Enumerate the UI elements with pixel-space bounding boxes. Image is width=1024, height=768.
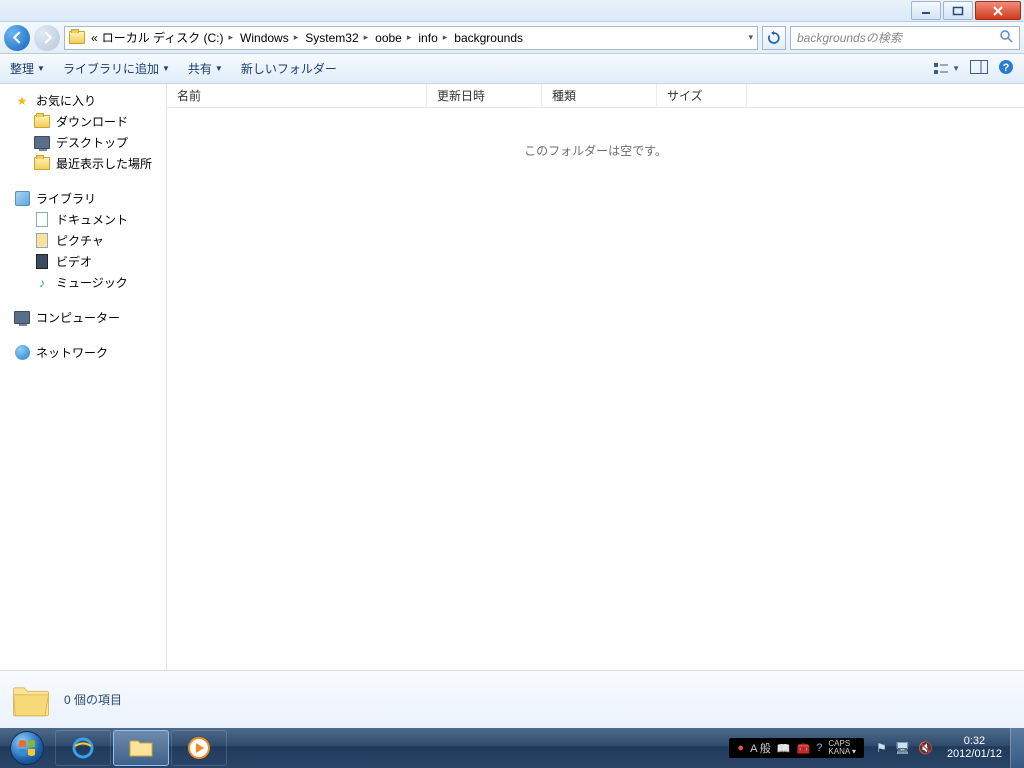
address-bar[interactable]: « ローカル ディスク (C:)▸ Windows▸ System32▸ oob… xyxy=(64,26,758,50)
library-icon xyxy=(14,191,30,207)
tray-network-icon[interactable]: 🖥 xyxy=(895,741,910,755)
videos-icon xyxy=(34,254,50,270)
folder-icon xyxy=(69,30,85,46)
close-button[interactable] xyxy=(975,1,1021,20)
details-pane: 0 個の項目 xyxy=(0,670,1024,728)
file-list-pane: 名前 更新日時 種類 サイズ このフォルダーは空です。 xyxy=(167,84,1024,670)
nav-recent[interactable]: 最近表示した場所 xyxy=(0,153,166,174)
organize-button[interactable]: 整理▼ xyxy=(10,60,45,77)
ime-tool-icon: 🧰 xyxy=(797,742,811,755)
desktop-icon xyxy=(34,135,50,151)
column-type[interactable]: 種類 xyxy=(542,84,657,107)
navigation-pane: ★お気に入り ダウンロード デスクトップ 最近表示した場所 ライブラリ ドキュメ… xyxy=(0,84,167,670)
column-modified[interactable]: 更新日時 xyxy=(427,84,542,107)
column-name[interactable]: 名前 xyxy=(167,84,427,107)
view-options-button[interactable]: ▼ xyxy=(933,62,960,76)
share-button[interactable]: 共有▼ xyxy=(188,60,223,77)
address-row: « ローカル ディスク (C:)▸ Windows▸ System32▸ oob… xyxy=(0,22,1024,54)
minimize-button[interactable] xyxy=(911,1,941,20)
forward-button[interactable] xyxy=(34,25,60,51)
computer-icon xyxy=(14,310,30,326)
music-icon: ♪ xyxy=(34,275,50,291)
command-toolbar: 整理▼ ライブラリに追加▼ 共有▼ 新しいフォルダー ▼ ? xyxy=(0,54,1024,84)
add-to-library-button[interactable]: ライブラリに追加▼ xyxy=(63,60,170,77)
history-dropdown-icon[interactable]: ▾ xyxy=(748,32,753,43)
folder-large-icon xyxy=(10,679,52,721)
network-icon xyxy=(14,345,30,361)
nav-libraries[interactable]: ライブラリ xyxy=(0,188,166,209)
taskbar-ie-button[interactable] xyxy=(55,730,111,766)
windows-orb-icon xyxy=(10,731,44,765)
ime-caps-kana: CAPSKANA ▾ xyxy=(828,740,856,756)
nav-desktop[interactable]: デスクトップ xyxy=(0,132,166,153)
search-icon xyxy=(999,29,1013,46)
breadcrumb-prefix: « xyxy=(89,31,100,45)
start-button[interactable] xyxy=(0,728,54,768)
nav-network[interactable]: ネットワーク xyxy=(0,342,166,363)
column-size[interactable]: サイズ xyxy=(657,84,747,107)
taskbar: ● A 般 📖 🧰 ? CAPSKANA ▾ ⚑ 🖥 🔇 0:32 2012/0… xyxy=(0,728,1024,768)
nav-pictures[interactable]: ピクチャ xyxy=(0,230,166,251)
search-input[interactable]: backgroundsの検索 xyxy=(790,26,1020,50)
window-titlebar xyxy=(0,0,1024,22)
system-tray[interactable]: ⚑ 🖥 🔇 xyxy=(870,741,939,755)
ime-toolbar[interactable]: ● A 般 📖 🧰 ? CAPSKANA ▾ xyxy=(729,738,864,758)
column-headers: 名前 更新日時 種類 サイズ xyxy=(167,84,1024,108)
show-desktop-button[interactable] xyxy=(1010,728,1024,768)
breadcrumb-item[interactable]: oobe▸ xyxy=(373,31,416,45)
nav-favorites[interactable]: ★お気に入り xyxy=(0,90,166,111)
maximize-button[interactable] xyxy=(943,1,973,20)
back-button[interactable] xyxy=(4,25,30,51)
breadcrumb-item[interactable]: backgrounds xyxy=(452,31,525,45)
nav-documents[interactable]: ドキュメント xyxy=(0,209,166,230)
taskbar-wmp-button[interactable] xyxy=(171,730,227,766)
folder-icon xyxy=(34,114,50,130)
new-folder-button[interactable]: 新しいフォルダー xyxy=(241,60,337,77)
taskbar-explorer-button[interactable] xyxy=(113,730,169,766)
search-placeholder: backgroundsの検索 xyxy=(797,29,902,46)
breadcrumb-item[interactable]: Windows▸ xyxy=(238,31,303,45)
ime-record-icon: ● xyxy=(737,742,744,754)
star-icon: ★ xyxy=(14,93,30,109)
nav-videos[interactable]: ビデオ xyxy=(0,251,166,272)
preview-pane-button[interactable] xyxy=(970,60,988,77)
ime-mode: A 般 xyxy=(750,740,771,756)
tray-flag-icon[interactable]: ⚑ xyxy=(876,741,887,755)
ime-pad-icon: 📖 xyxy=(777,742,791,755)
nav-music[interactable]: ♪ミュージック xyxy=(0,272,166,293)
tray-volume-icon[interactable]: 🔇 xyxy=(918,741,933,755)
recent-icon xyxy=(34,156,50,172)
document-icon xyxy=(34,212,50,228)
taskbar-clock[interactable]: 0:32 2012/01/12 xyxy=(939,735,1010,761)
nav-computer[interactable]: コンピューター xyxy=(0,307,166,328)
breadcrumb-item[interactable]: info▸ xyxy=(416,31,452,45)
svg-text:?: ? xyxy=(1003,62,1010,74)
ime-help-icon: ? xyxy=(816,742,822,754)
empty-folder-message: このフォルダーは空です。 xyxy=(167,108,1024,670)
pictures-icon xyxy=(34,233,50,249)
item-count: 0 個の項目 xyxy=(64,691,122,708)
refresh-button[interactable] xyxy=(762,26,786,50)
help-button[interactable]: ? xyxy=(998,59,1014,78)
nav-downloads[interactable]: ダウンロード xyxy=(0,111,166,132)
breadcrumb-item[interactable]: System32▸ xyxy=(303,31,373,45)
breadcrumb-item[interactable]: ローカル ディスク (C:)▸ xyxy=(100,29,238,46)
